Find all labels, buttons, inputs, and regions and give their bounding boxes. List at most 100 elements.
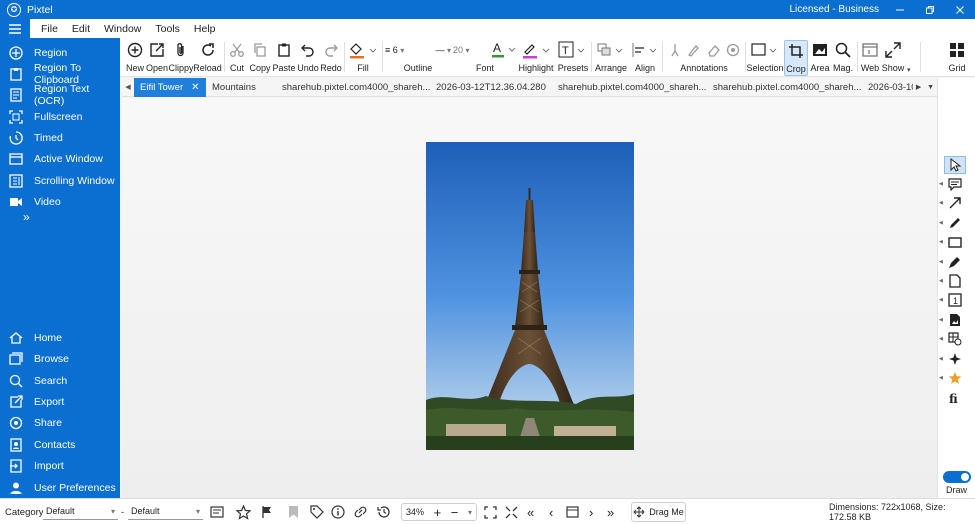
arrow-tool[interactable]: ◀ [939, 194, 966, 212]
tab-mountains[interactable]: Mountains [206, 78, 276, 97]
clippy-button[interactable]: Clippy [169, 40, 194, 76]
sidebar-item-fullscreen[interactable]: Fullscreen [0, 107, 120, 127]
close-window-button[interactable] [945, 0, 975, 19]
window-view-button[interactable] [566, 499, 579, 524]
crop-button[interactable]: Crop [784, 40, 808, 76]
menu-tools[interactable]: Tools [148, 23, 187, 35]
tags-button[interactable] [310, 499, 324, 524]
annotations-group[interactable]: Annotations [665, 40, 743, 76]
zoom-in-icon[interactable]: + [434, 505, 442, 520]
fit-to-window-button[interactable] [484, 499, 497, 524]
zoom-control[interactable]: 34% + − ▾ [401, 503, 477, 521]
minimize-button[interactable] [885, 0, 915, 19]
rectangle-tool[interactable]: ◀ [939, 233, 966, 251]
category-select[interactable]: Default ▾ [43, 503, 118, 520]
cut-button[interactable]: Cut [228, 40, 246, 76]
tab-eifil-tower[interactable]: Eifil Tower ✕ [134, 77, 206, 97]
last-image-button[interactable]: » [607, 499, 614, 524]
tab-timestamp[interactable]: 2026-03-12T12.36.04.280 [430, 78, 552, 97]
function-tool[interactable]: fi [944, 389, 966, 407]
image-canvas[interactable] [122, 98, 937, 498]
marker-tool[interactable]: ◀ [939, 253, 966, 271]
arrange-dropdown[interactable]: Arrange [594, 40, 628, 76]
sidebar-item-import[interactable]: Import [0, 456, 120, 476]
grid-button[interactable]: Grid [946, 40, 968, 76]
blur-tool[interactable]: ◀ [939, 330, 966, 348]
actual-size-button[interactable] [505, 499, 518, 524]
sidebar-item-video[interactable]: Video [0, 192, 120, 212]
draw-toggle[interactable] [943, 471, 971, 483]
sidebar-item-region-to-clipboard[interactable]: Region To Clipboard [0, 62, 120, 86]
sidebar-item-search[interactable]: Search [0, 371, 120, 391]
sidebar-more-button[interactable]: » [23, 210, 30, 224]
flag-button[interactable] [261, 499, 273, 524]
magnify-button[interactable]: Mag. [832, 40, 854, 76]
menu-edit[interactable]: Edit [65, 23, 97, 35]
share-icon [9, 416, 23, 430]
new-button[interactable]: New [125, 40, 145, 76]
subcategory-select[interactable]: Default ▾ [128, 503, 203, 520]
step-number-tool[interactable]: ◀ 1 [939, 291, 966, 309]
web-button[interactable]: Web [859, 40, 881, 76]
magic-tool[interactable]: ◀ [939, 350, 966, 368]
redo-button[interactable]: Redo [320, 40, 342, 76]
presets-dropdown[interactable]: T Presets [558, 40, 588, 76]
show-button[interactable]: Show [882, 40, 904, 76]
image-stamp-tool[interactable]: ◀ [939, 311, 966, 329]
copy-button[interactable]: Copy [250, 40, 271, 76]
note-tool[interactable]: ◀ [939, 272, 966, 290]
sidebar-item-user-preferences[interactable]: User Preferences [0, 478, 120, 498]
sidebar-item-home[interactable]: Home [0, 328, 120, 348]
eiffel-tower-photo[interactable] [426, 142, 634, 450]
tabs-scroll-left-icon[interactable]: ◀ [122, 83, 134, 91]
drag-me-button[interactable]: Drag Me [631, 502, 686, 522]
notes-button[interactable] [210, 499, 224, 524]
fill-dropdown[interactable]: Fill [346, 40, 380, 76]
menu-file[interactable]: File [34, 23, 65, 35]
paste-button[interactable]: Paste [273, 40, 296, 76]
sidebar-item-region[interactable]: Region [0, 43, 120, 63]
sidebar-item-share[interactable]: Share [0, 413, 120, 433]
tab-sharehub-3[interactable]: sharehub.pixtel.com4000_shareh... [707, 78, 862, 97]
font-controls[interactable]: 20 ▾ A Font [453, 40, 517, 76]
selection-dropdown[interactable]: Selection [746, 40, 784, 76]
sidebar-item-active-window[interactable]: Active Window [0, 149, 120, 169]
link-button[interactable] [353, 499, 368, 524]
history-button[interactable] [377, 499, 391, 524]
favorite-button[interactable] [236, 499, 251, 524]
tab-close-icon[interactable]: ✕ [191, 82, 199, 93]
zoom-out-icon[interactable]: − [451, 505, 459, 520]
favorite-tool[interactable]: ◀ [939, 369, 966, 387]
tab-sharehub-1[interactable]: sharehub.pixtel.com4000_shareh... [276, 78, 430, 97]
restore-button[interactable] [915, 0, 945, 19]
bookmark-button[interactable] [288, 499, 299, 524]
hamburger-menu-button[interactable] [0, 19, 30, 38]
next-image-button[interactable]: › [589, 499, 593, 524]
sidebar-item-timed[interactable]: Timed [0, 128, 120, 148]
info-button[interactable] [331, 499, 345, 524]
pen-tool[interactable]: ◀ [939, 214, 966, 232]
sidebar-item-browse[interactable]: Browse [0, 349, 120, 369]
undo-button[interactable]: Undo [297, 40, 319, 76]
previous-image-button[interactable]: ‹ [549, 499, 553, 524]
menu-help[interactable]: Help [187, 23, 223, 35]
highlight-dropdown[interactable]: Highlight [518, 40, 554, 76]
first-image-button[interactable]: « [527, 499, 534, 524]
align-dropdown[interactable]: Align [630, 40, 660, 76]
area-button[interactable]: Area [809, 40, 831, 76]
callout-tool[interactable]: ◀ [939, 175, 966, 193]
open-button[interactable]: Open [146, 40, 168, 76]
tabs-list-icon[interactable]: ▼ [927, 84, 934, 91]
chevron-down-icon[interactable]: ▾ [468, 508, 472, 517]
pointer-tool[interactable] [944, 156, 966, 174]
tabs-scroll-right-icon[interactable]: ▶ [916, 83, 921, 91]
sidebar-item-contacts[interactable]: Contacts [0, 435, 120, 455]
reload-button[interactable]: Reload [193, 40, 222, 76]
toolbar-overflow-icon[interactable]: ▾ [907, 66, 911, 74]
menu-window[interactable]: Window [97, 23, 148, 35]
sidebar-item-region-text-ocr[interactable]: Region Text (OCR) [0, 83, 120, 107]
tab-sharehub-2[interactable]: sharehub.pixtel.com4000_shareh... [552, 78, 707, 97]
outline-controls[interactable]: ≡ 6 ▾ — ▾ Outline [385, 40, 451, 76]
sidebar-item-export[interactable]: Export [0, 392, 120, 412]
sidebar-item-scrolling-window[interactable]: Scrolling Window [0, 171, 120, 191]
